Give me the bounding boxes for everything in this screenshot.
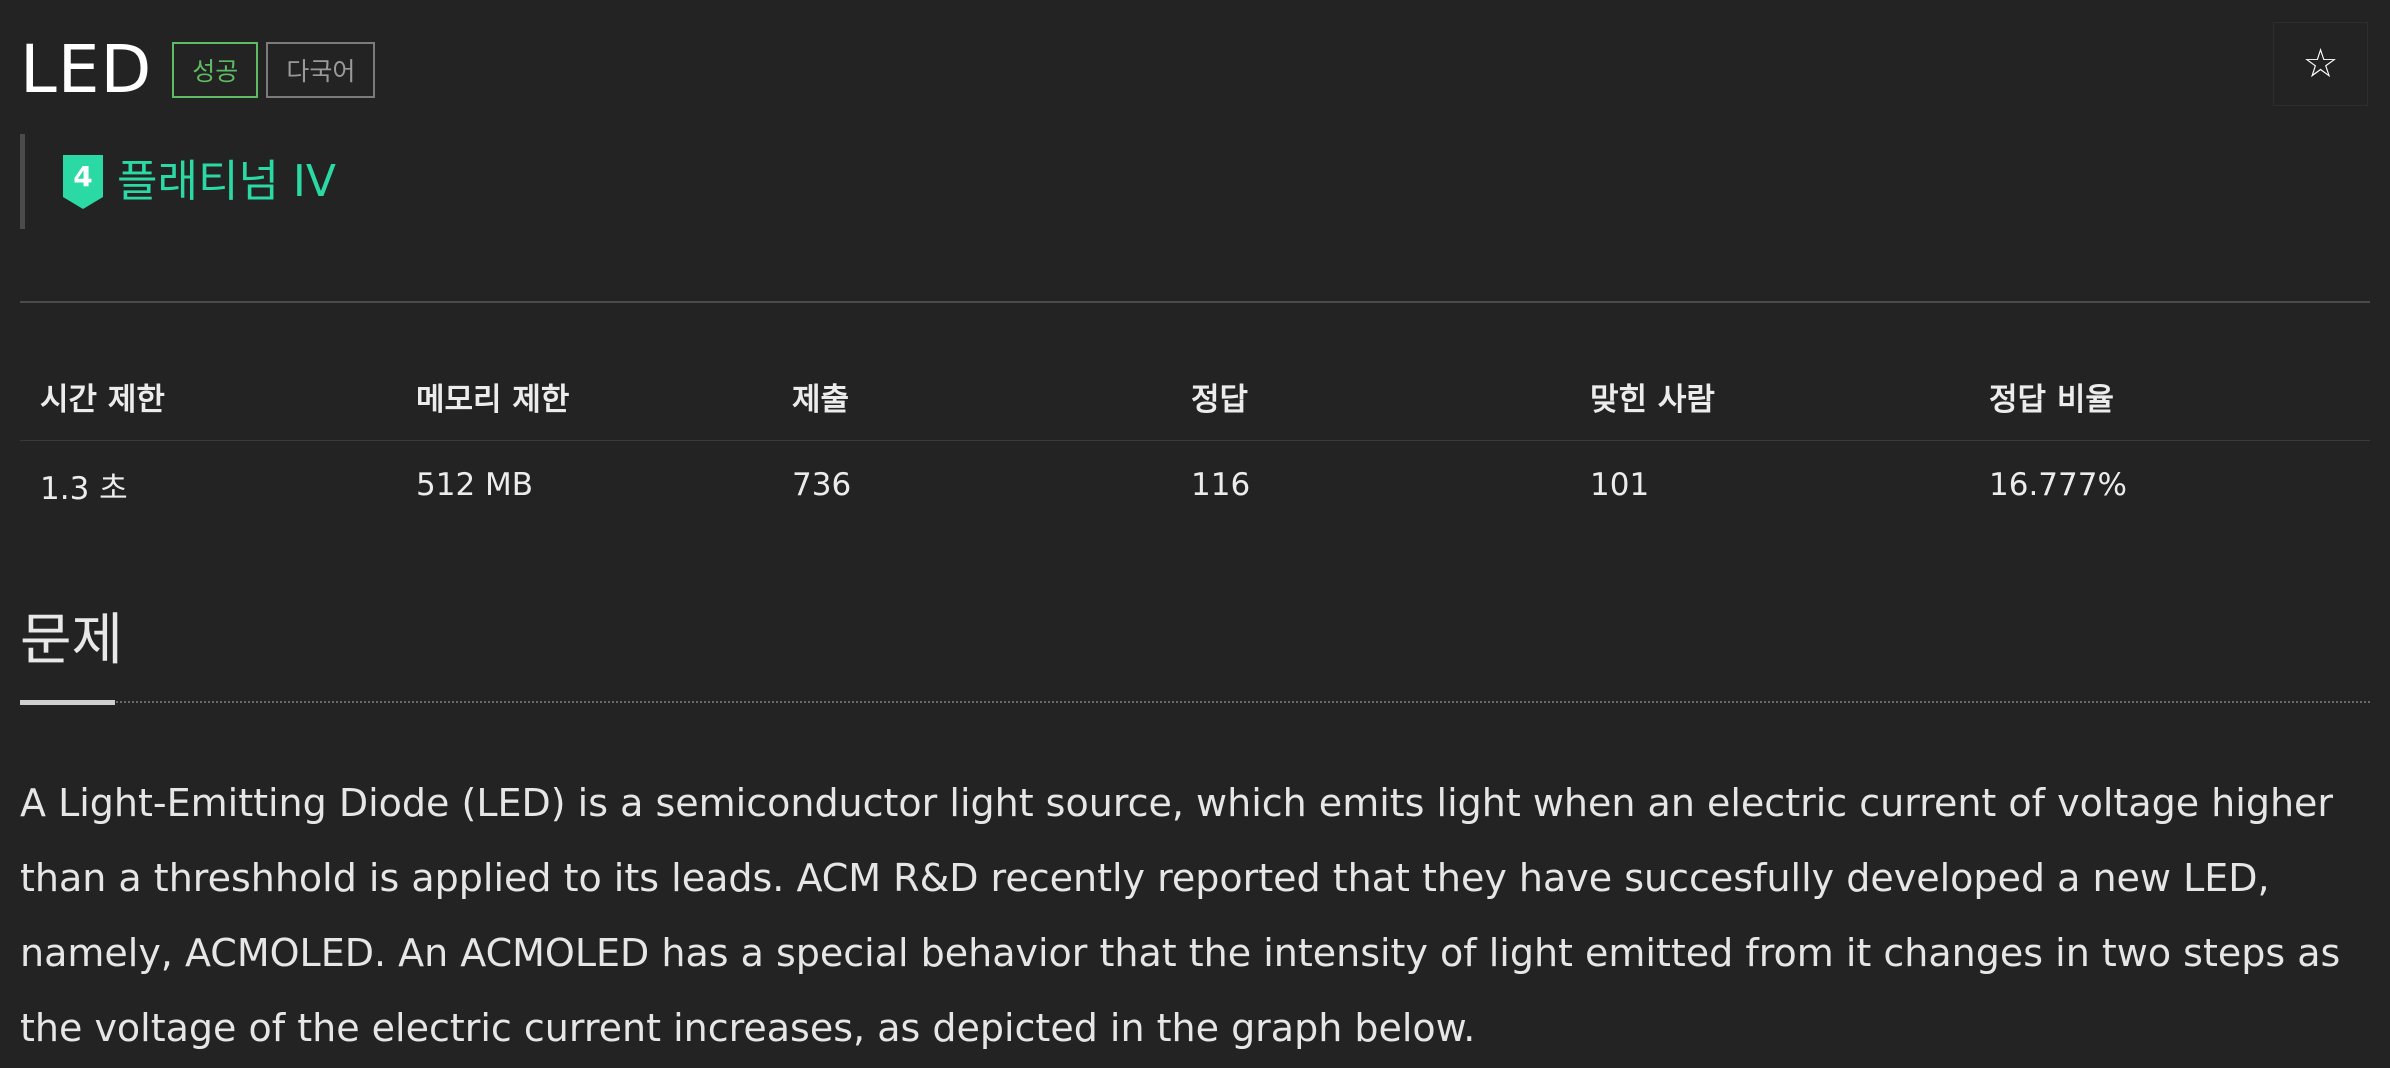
problem-section-header: 문제 — [20, 605, 2370, 705]
success-badge[interactable]: 성공 — [172, 42, 259, 98]
value-accepted[interactable]: 116 — [1171, 467, 1570, 503]
section-divider — [20, 701, 2370, 703]
header-accept-ratio: 정답 비율 — [1989, 382, 2114, 418]
problem-description: A Light-Emitting Diode (LED) is a semico… — [20, 781, 2341, 1050]
value-submissions[interactable]: 736 — [772, 467, 1171, 503]
multilang-badge[interactable]: 다국어 — [266, 42, 376, 98]
tier-number: 4 — [73, 160, 92, 193]
header-time-limit: 시간 제한 — [40, 382, 165, 418]
tier-label[interactable]: 플래티넘 IV — [117, 159, 336, 204]
problem-title: LED — [20, 31, 153, 108]
divider — [20, 301, 2370, 303]
favorite-button[interactable]: ☆ — [2273, 22, 2368, 106]
value-accept-ratio: 16.777% — [1989, 467, 2127, 503]
star-icon: ☆ — [2302, 41, 2339, 87]
problem-info-table: 시간 제한 메모리 제한 제출 정답 맞힌 사람 정답 비율 1.3 초 512… — [20, 353, 2370, 529]
table-row: 1.3 초 512 MB 736 116 101 16.777% — [20, 441, 2370, 529]
value-time-limit: 1.3 초 — [40, 470, 128, 507]
section-title: 문제 — [20, 608, 124, 673]
header-solvers: 맞힌 사람 — [1590, 382, 1715, 418]
platinum-tier-icon: 4 — [63, 154, 103, 209]
value-memory-limit: 512 MB — [416, 467, 534, 503]
header-memory-limit: 메모리 제한 — [416, 382, 570, 418]
header-submissions: 제출 — [792, 382, 850, 418]
tier-block: 4 플래티넘 IV — [20, 134, 336, 229]
section-accent-underline — [20, 700, 115, 705]
value-solvers[interactable]: 101 — [1570, 467, 1969, 503]
title-row: LED 성공 다국어 — [20, 30, 376, 110]
table-header-row: 시간 제한 메모리 제한 제출 정답 맞힌 사람 정답 비율 — [20, 353, 2370, 441]
header-accepted: 정답 — [1191, 382, 1249, 418]
